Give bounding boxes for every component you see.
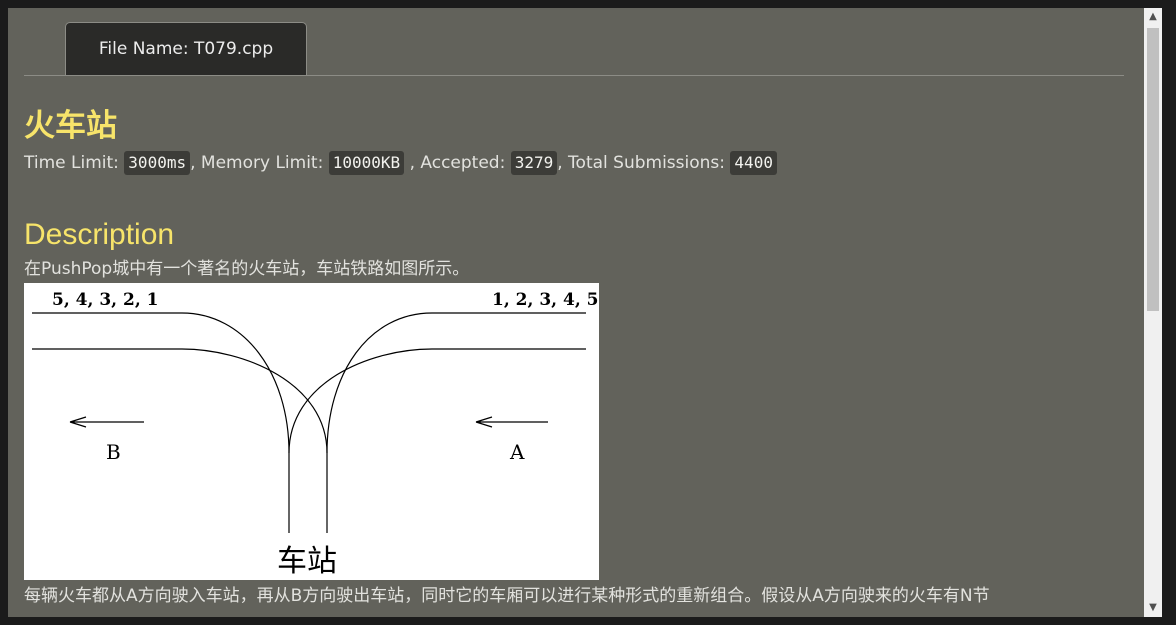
problem-title: 火车站	[24, 108, 117, 144]
tab-divider	[24, 75, 1124, 76]
station-diagram-svg: 5, 4, 3, 2, 1 1, 2, 3, 4, 5 B A 车站	[32, 290, 599, 579]
chevron-up-icon[interactable]: ▲	[1144, 8, 1162, 26]
problem-limits: Time Limit: 3000ms, Memory Limit: 10000K…	[24, 150, 777, 176]
left-order-label: 5, 4, 3, 2, 1	[52, 290, 159, 310]
chevron-down-icon[interactable]: ▼	[1144, 599, 1162, 617]
tab-file-name[interactable]: File Name: T079.cpp	[65, 22, 307, 75]
scrollbar-thumb[interactable]	[1147, 28, 1159, 311]
problem-page: File Name: T079.cpp 火车站 Time Limit: 3000…	[8, 8, 1144, 617]
memory-limit-value: 10000KB	[328, 151, 405, 175]
accepted-value: 3279	[510, 151, 558, 175]
arrow-a	[475, 416, 548, 428]
time-limit-value: 3000ms	[124, 151, 191, 175]
track-left-inner	[32, 348, 328, 454]
track-left-outer	[32, 312, 290, 533]
description-detail: 每辆火车都从A方向驶入车站，再从B方向驶出车站，同时它的车厢可以进行某种形式的重…	[24, 586, 990, 606]
time-limit-label: Time Limit:	[24, 153, 119, 173]
direction-a-label: A	[509, 440, 525, 464]
description-heading: Description	[24, 218, 175, 251]
submissions-label: , Total Submissions:	[557, 153, 726, 173]
direction-b-label: B	[106, 440, 121, 464]
vertical-scrollbar[interactable]: ▲ ▼	[1144, 8, 1162, 617]
submissions-value: 4400	[730, 151, 777, 175]
station-label: 车站	[277, 544, 337, 579]
station-diagram: 5, 4, 3, 2, 1 1, 2, 3, 4, 5 B A 车站	[24, 283, 599, 580]
right-order-label: 1, 2, 3, 4, 5	[492, 290, 599, 310]
description-intro: 在PushPop城中有一个著名的火车站，车站铁路如图所示。	[24, 259, 470, 279]
track-right-outer	[326, 312, 586, 533]
arrow-b	[69, 416, 144, 428]
accepted-label: , Accepted:	[409, 153, 506, 173]
memory-limit-label: , Memory Limit:	[190, 153, 324, 173]
